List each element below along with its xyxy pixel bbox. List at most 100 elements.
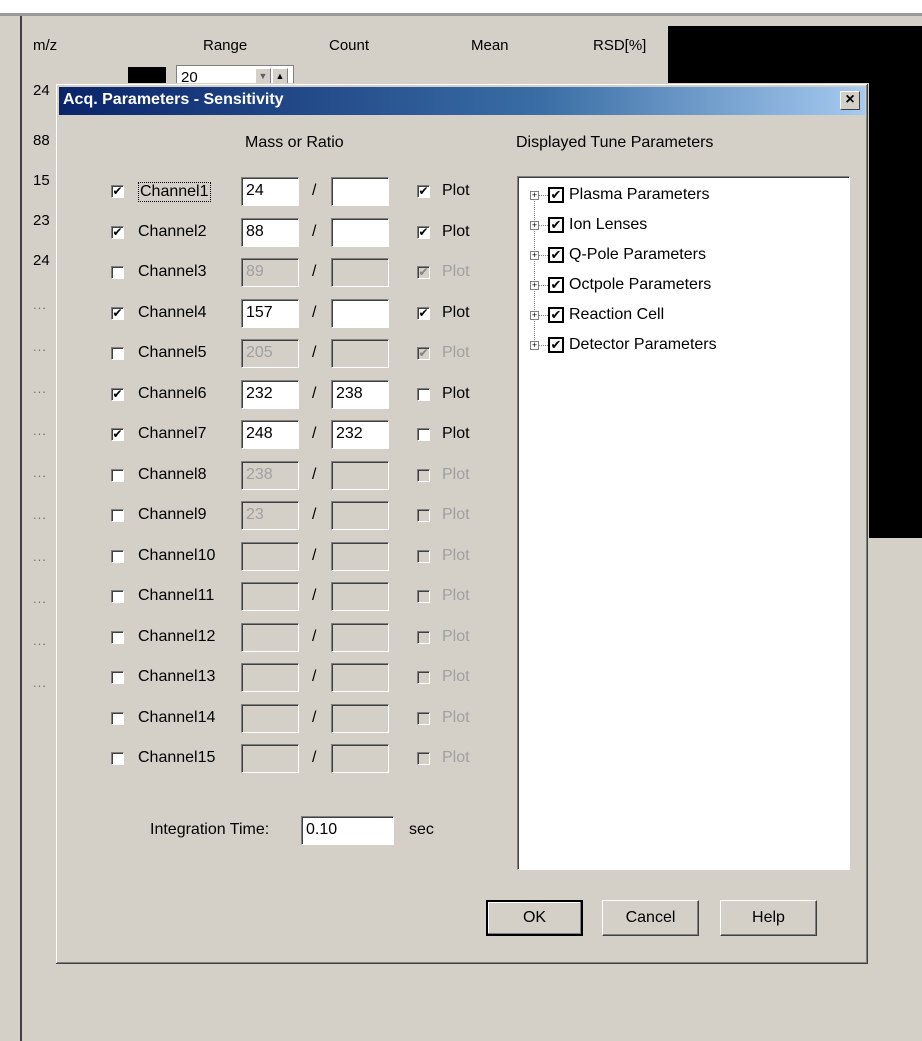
- ratio-input[interactable]: [331, 703, 389, 733]
- mass-input[interactable]: 23: [241, 501, 299, 530]
- channel-checkbox[interactable]: [111, 549, 124, 563]
- mass-input[interactable]: 24: [241, 177, 299, 206]
- window-border: [20, 16, 22, 1041]
- tune-parameters-tree[interactable]: + ✔ Plasma Parameters + ✔ Ion Lenses + ✔ Q-Pole …: [517, 176, 850, 870]
- channel-label: Channel12: [138, 627, 216, 645]
- tune-parameter-checkbox[interactable]: ✔: [548, 187, 564, 203]
- mass-input[interactable]: 205: [241, 339, 299, 368]
- plot-label: Plot: [442, 303, 470, 321]
- channel-checkbox[interactable]: [111, 752, 124, 765]
- mz-row-value: 15: [33, 172, 50, 189]
- dialog-titlebar[interactable]: Acq. Parameters - Sensitivity ×: [59, 87, 865, 115]
- ratio-input[interactable]: [331, 258, 389, 287]
- mass-input[interactable]: [241, 622, 299, 652]
- ratio-input[interactable]: [331, 298, 389, 328]
- mass-input[interactable]: 232: [241, 379, 299, 409]
- plot-checkbox[interactable]: [417, 752, 430, 765]
- ratio-input[interactable]: [331, 663, 389, 692]
- ratio-input[interactable]: [331, 622, 389, 652]
- ratio-separator: /: [312, 749, 317, 766]
- ratio-input[interactable]: [331, 460, 389, 490]
- mass-input[interactable]: 248: [241, 420, 299, 449]
- plot-label: Plot: [442, 344, 470, 361]
- tune-parameter-checkbox[interactable]: ✔: [548, 217, 564, 233]
- ratio-input[interactable]: 232: [331, 420, 389, 449]
- ratio-input[interactable]: 238: [331, 379, 389, 409]
- ratio-input[interactable]: [331, 501, 389, 530]
- plot-checkbox[interactable]: [417, 428, 430, 441]
- ratio-input[interactable]: [331, 744, 389, 773]
- cancel-button[interactable]: Cancel: [602, 900, 699, 936]
- mass-input[interactable]: [241, 582, 299, 611]
- plot-checkbox[interactable]: [417, 671, 430, 684]
- channel-checkbox[interactable]: [111, 509, 124, 522]
- ratio-input[interactable]: [331, 217, 389, 247]
- mass-input[interactable]: [241, 663, 299, 692]
- expand-icon[interactable]: +: [530, 191, 539, 200]
- channel-checkbox[interactable]: [111, 266, 124, 279]
- ratio-input[interactable]: [331, 541, 389, 571]
- plot-checkbox[interactable]: [417, 630, 430, 644]
- tune-parameter-label: Octpole Parameters: [569, 276, 712, 293]
- column-header-mz: m/z: [33, 37, 58, 54]
- tune-parameter-checkbox[interactable]: ✔: [548, 337, 564, 353]
- placeholder-row: ...: [33, 423, 47, 438]
- plot-checkbox[interactable]: ✔: [417, 306, 430, 320]
- channel-checkbox[interactable]: ✔: [111, 428, 124, 441]
- plot-label: Plot: [442, 506, 470, 523]
- expand-icon[interactable]: +: [530, 221, 539, 230]
- plot-label: Plot: [442, 222, 470, 240]
- plot-checkbox[interactable]: [417, 509, 430, 522]
- ok-button[interactable]: OK: [486, 900, 583, 936]
- mass-input[interactable]: 88: [241, 217, 299, 247]
- plot-label: Plot: [442, 384, 470, 402]
- column-header-range: Range: [203, 37, 248, 54]
- help-button[interactable]: Help: [720, 900, 817, 936]
- integration-time-input[interactable]: 0.10: [301, 816, 394, 845]
- expand-icon[interactable]: +: [530, 311, 539, 320]
- plot-checkbox[interactable]: [417, 711, 430, 725]
- channel-checkbox[interactable]: [111, 590, 124, 603]
- mass-input[interactable]: [241, 744, 299, 773]
- tree-connector: [539, 285, 548, 286]
- ratio-input[interactable]: [331, 339, 389, 368]
- channel-checkbox[interactable]: ✔: [111, 225, 124, 239]
- tune-parameter-checkbox[interactable]: ✔: [548, 277, 564, 293]
- channel-checkbox[interactable]: ✔: [111, 387, 124, 401]
- plot-checkbox[interactable]: ✔: [417, 225, 430, 239]
- mass-input[interactable]: [241, 541, 299, 571]
- expand-icon[interactable]: +: [530, 281, 539, 290]
- combo-up-icon[interactable]: ▲: [272, 68, 288, 84]
- mass-input[interactable]: 238: [241, 460, 299, 490]
- mass-input[interactable]: 89: [241, 258, 299, 287]
- channel-checkbox[interactable]: [111, 671, 124, 684]
- plot-checkbox[interactable]: ✔: [417, 347, 430, 360]
- channel-checkbox[interactable]: [111, 630, 124, 644]
- mass-input[interactable]: [241, 703, 299, 733]
- expand-icon[interactable]: +: [530, 251, 539, 260]
- ratio-separator: /: [312, 506, 317, 523]
- ratio-separator: /: [312, 668, 317, 685]
- channel-checkbox[interactable]: [111, 711, 124, 725]
- ratio-input[interactable]: [331, 177, 389, 206]
- expand-icon[interactable]: +: [530, 341, 539, 350]
- tree-connector: [539, 315, 548, 316]
- combo-down-icon[interactable]: ▼: [255, 68, 271, 84]
- tune-parameter-checkbox[interactable]: ✔: [548, 247, 564, 263]
- column-header-mean: Mean: [471, 37, 509, 54]
- channel-checkbox[interactable]: ✔: [111, 185, 124, 198]
- tune-parameter-checkbox[interactable]: ✔: [548, 307, 564, 323]
- mass-input[interactable]: 157: [241, 298, 299, 328]
- plot-checkbox[interactable]: [417, 590, 430, 603]
- plot-checkbox[interactable]: ✔: [417, 185, 430, 198]
- plot-checkbox[interactable]: [417, 549, 430, 563]
- channel-checkbox[interactable]: [111, 347, 124, 360]
- channel-label: Channel5: [138, 344, 207, 361]
- plot-checkbox[interactable]: ✔: [417, 266, 430, 279]
- plot-checkbox[interactable]: [417, 468, 430, 482]
- ratio-input[interactable]: [331, 582, 389, 611]
- channel-checkbox[interactable]: [111, 468, 124, 482]
- channel-checkbox[interactable]: ✔: [111, 306, 124, 320]
- plot-checkbox[interactable]: [417, 387, 430, 401]
- close-button[interactable]: ×: [840, 91, 860, 110]
